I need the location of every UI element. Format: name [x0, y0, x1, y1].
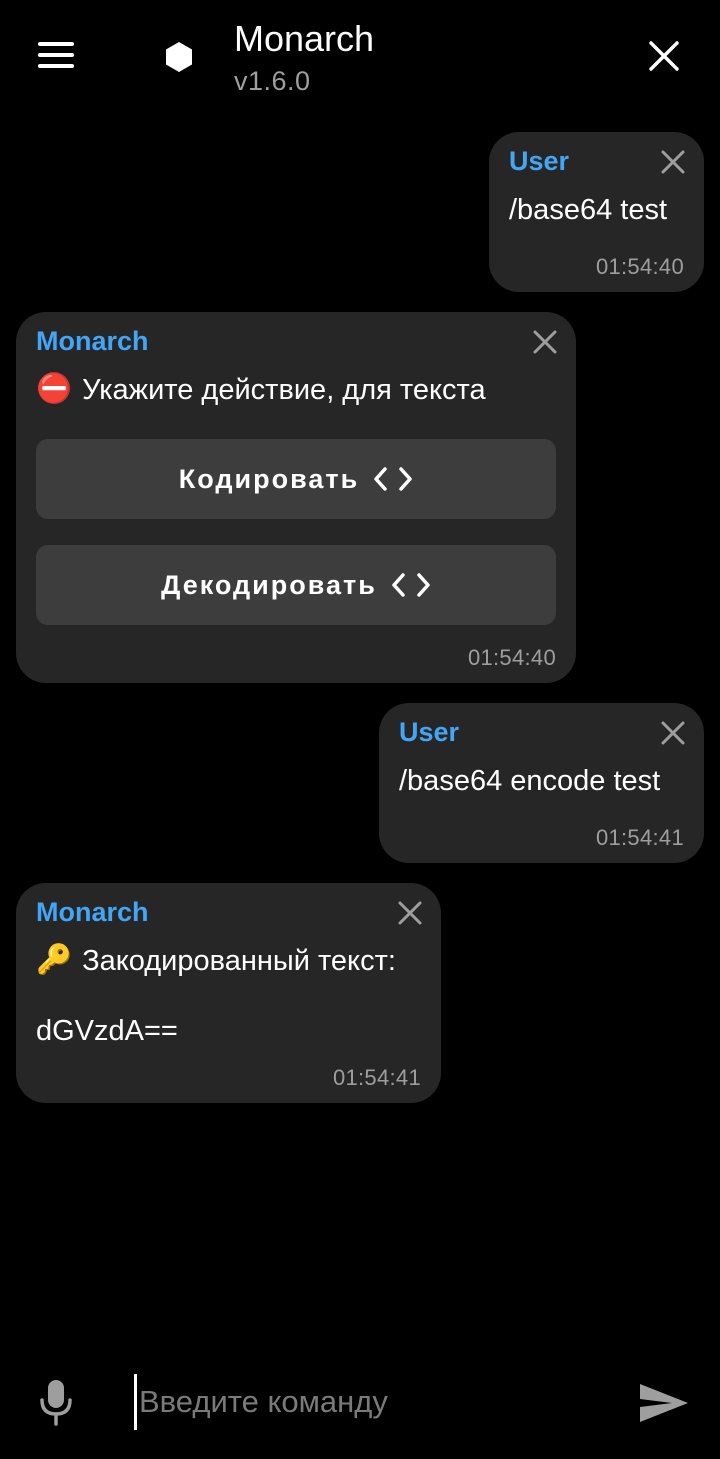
bot-message: Monarch ⛔ Укажите действие, для текста Ко… — [16, 312, 576, 683]
app-title: Monarch — [234, 18, 375, 59]
close-icon[interactable] — [660, 149, 686, 175]
encode-button-label: Кодировать — [178, 463, 360, 494]
message-sender: User — [509, 146, 570, 176]
user-message: User /base64 encode test 01:54:41 — [379, 703, 704, 863]
message-time: 01:54:40 — [467, 645, 556, 670]
menu-icon-bar — [38, 53, 74, 57]
message-text: 🔑 Закодированный текст: — [36, 944, 396, 979]
app-root: Monarch v1.6.0 User /base64 test 01:54:4… — [0, 0, 720, 1459]
input-bar — [0, 1350, 720, 1459]
menu-icon-bar — [38, 64, 74, 68]
message-text: /base64 test — [509, 194, 667, 226]
encode-button[interactable]: Кодировать — [36, 439, 556, 519]
decode-button[interactable]: Декодировать — [36, 545, 556, 625]
message-time: 01:54:40 — [595, 254, 684, 279]
key-icon: 🔑 — [36, 944, 73, 977]
message-time: 01:54:41 — [595, 825, 684, 850]
message-text: ⛔ Укажите действие, для текста — [36, 373, 486, 408]
message-text-content: Закодированный текст: — [82, 945, 396, 977]
code-icon — [392, 573, 430, 597]
menu-button[interactable] — [38, 40, 74, 70]
app-header: Monarch v1.6.0 — [0, 0, 720, 112]
no-entry-icon: ⛔ — [36, 373, 73, 406]
close-icon[interactable] — [397, 900, 423, 926]
message-sender: Monarch — [36, 897, 149, 927]
message-text-content: Укажите действие, для текста — [82, 374, 486, 406]
message-sender: User — [399, 717, 460, 747]
user-message: User /base64 test 01:54:40 — [489, 132, 704, 292]
encoded-result: dGVzdA== — [36, 1015, 178, 1047]
close-icon[interactable] — [532, 329, 558, 355]
code-icon — [374, 467, 412, 491]
app-version: v1.6.0 — [234, 66, 311, 96]
decode-button-label: Декодировать — [161, 569, 377, 600]
close-icon[interactable] — [660, 720, 686, 746]
message-text: /base64 encode test — [399, 765, 661, 797]
bot-message: Monarch 🔑 Закодированный текст: dGVzdA== … — [16, 883, 441, 1103]
command-input[interactable] — [134, 1374, 604, 1430]
menu-icon-bar — [38, 42, 74, 46]
microphone-icon[interactable] — [38, 1378, 74, 1426]
hexagon-icon — [166, 42, 192, 72]
message-sender: Monarch — [36, 326, 149, 356]
close-icon[interactable] — [646, 38, 682, 74]
send-icon[interactable] — [638, 1382, 690, 1424]
message-time: 01:54:41 — [332, 1065, 421, 1090]
